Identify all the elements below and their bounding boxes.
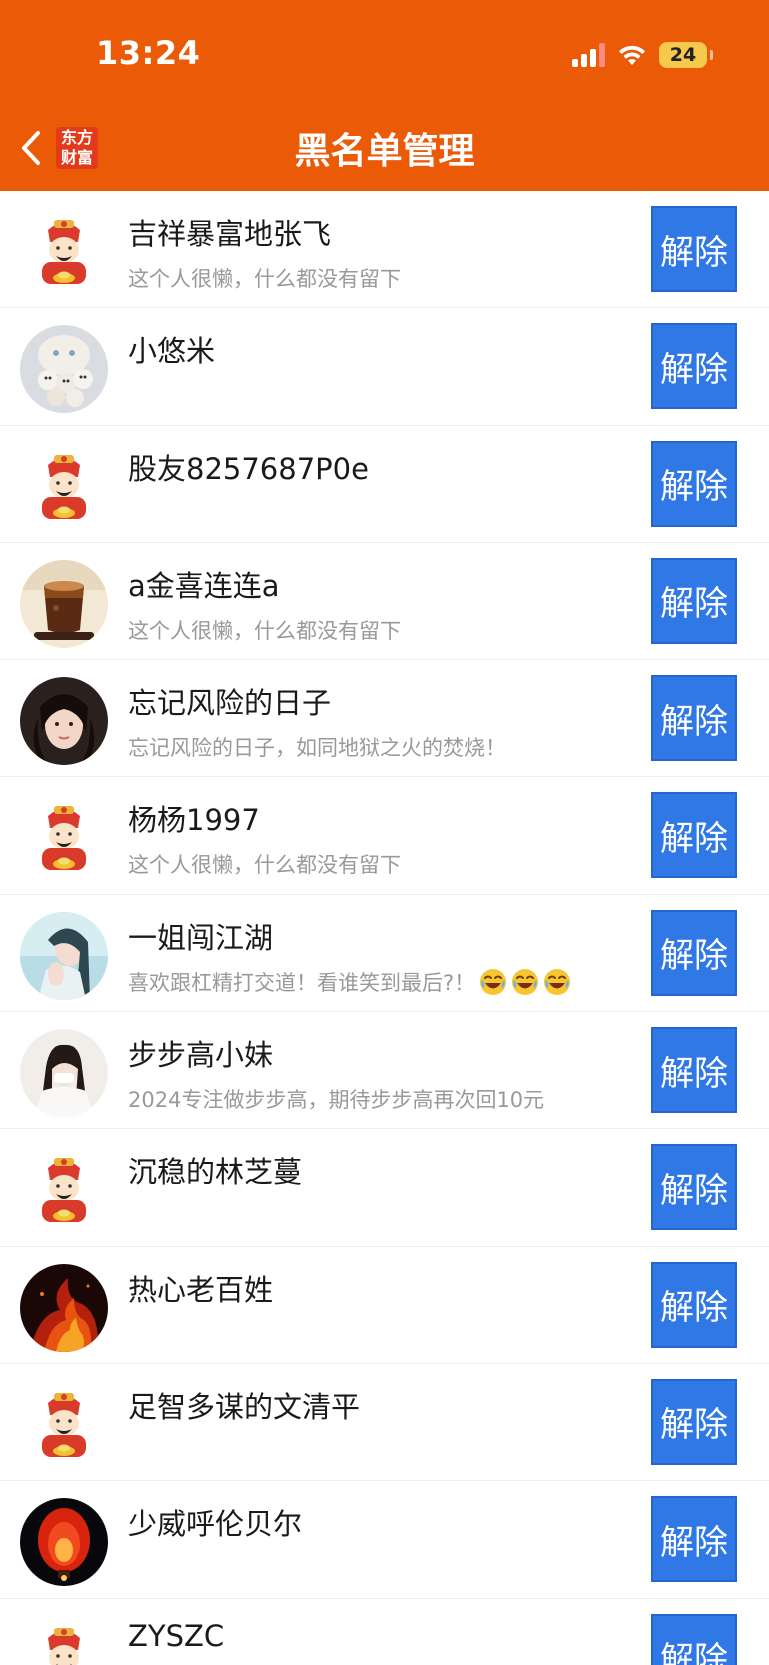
list-item[interactable]: a金喜连连a 这个人很懒，什么都没有留下 解除 (0, 542, 769, 661)
unblock-button[interactable]: 解除 (651, 1261, 737, 1348)
list-item[interactable]: ZYSZC 解除 (0, 1598, 769, 1665)
user-name: a金喜连连a (128, 568, 280, 603)
laughing-emoji-icon (512, 968, 539, 995)
avatar[interactable] (20, 1498, 108, 1587)
unblock-button[interactable]: 解除 (651, 1144, 737, 1231)
avatar-image (20, 1146, 108, 1235)
avatar-image (20, 325, 108, 414)
battery-level: 24 (669, 44, 697, 66)
user-signature: 忘记风险的日子，如同地狱之火的焚烧！ (128, 736, 506, 761)
unblock-button[interactable]: 解除 (651, 323, 737, 410)
avatar[interactable] (20, 1146, 108, 1235)
unblock-button[interactable]: 解除 (651, 1613, 737, 1665)
avatar[interactable] (20, 442, 108, 531)
avatar[interactable] (20, 1380, 108, 1469)
avatar[interactable] (20, 1615, 108, 1665)
avatar-image (20, 1029, 108, 1118)
avatar-image (20, 1380, 108, 1469)
list-item[interactable]: 股友8257687P0e 解除 (0, 425, 769, 543)
avatar[interactable] (20, 208, 108, 296)
user-name: 忘记风险的日子 (128, 686, 332, 721)
list-item[interactable]: 步步高小妹 2024专注做步步高，期待步步高再次回10元 解除 (0, 1012, 769, 1130)
list-item[interactable]: 吉祥暴富地张飞 这个人很懒，什么都没有留下 解除 (0, 191, 769, 309)
battery-icon: 24 (659, 42, 713, 68)
avatar[interactable] (20, 1029, 108, 1118)
avatar[interactable] (20, 677, 108, 766)
avatar-image (20, 1498, 108, 1587)
avatar-image (20, 559, 108, 648)
avatar-image (20, 1615, 108, 1665)
top-bar: 13:24 24 东方 财富 黑名单管理 (0, 0, 769, 191)
user-name: 股友8257687P0e (128, 451, 369, 486)
avatar[interactable] (20, 1263, 108, 1352)
cellular-signal-icon (572, 43, 605, 67)
avatar-image (20, 911, 108, 1000)
user-name: 小悠米 (128, 334, 216, 369)
unblock-button[interactable]: 解除 (651, 792, 737, 879)
avatar[interactable] (20, 325, 108, 414)
unblock-button[interactable]: 解除 (651, 1496, 737, 1583)
user-name: 吉祥暴富地张飞 (128, 217, 332, 251)
list-item[interactable]: 一姐闯江湖 喜欢跟杠精打交道！看谁笑到最后?！ 解除 (0, 894, 769, 1013)
user-signature: 这个人很懒，什么都没有留下 (128, 618, 401, 643)
list-item[interactable]: 足智多谋的文清平 解除 (0, 1363, 769, 1482)
unblock-button[interactable]: 解除 (651, 1378, 737, 1465)
user-name: 少威呼伦贝尔 (128, 1507, 303, 1542)
laughing-emoji-icon (480, 968, 507, 995)
avatar[interactable] (20, 559, 108, 648)
list-item[interactable]: 沉稳的林芝蔓 解除 (0, 1129, 769, 1247)
user-name: 热心老百姓 (128, 1272, 274, 1307)
user-name: 一姐闯江湖 (128, 920, 274, 955)
user-name: 沉稳的林芝蔓 (128, 1155, 303, 1190)
unblock-button[interactable]: 解除 (651, 440, 737, 527)
user-name: 杨杨1997 (128, 803, 260, 838)
wifi-icon (619, 45, 645, 65)
status-icons: 24 (572, 40, 713, 70)
unblock-button[interactable]: 解除 (651, 206, 737, 292)
user-signature: 喜欢跟杠精打交道！看谁笑到最后?！ (128, 967, 571, 997)
avatar-image (20, 794, 108, 883)
avatar-image (20, 677, 108, 766)
unblock-button[interactable]: 解除 (651, 675, 737, 762)
user-signature: 这个人很懒，什么都没有留下 (128, 267, 401, 291)
unblock-button[interactable]: 解除 (651, 1027, 737, 1114)
avatar-image (20, 1263, 108, 1352)
list-item[interactable]: 忘记风险的日子 忘记风险的日子，如同地狱之火的焚烧！ 解除 (0, 660, 769, 778)
user-name: 足智多谋的文清平 (128, 1389, 361, 1424)
user-signature: 2024专注做步步高，期待步步高再次回10元 (128, 1088, 545, 1113)
list-item[interactable]: 热心老百姓 解除 (0, 1246, 769, 1364)
avatar-image (20, 208, 108, 296)
status-time: 13:24 (96, 34, 201, 72)
list-item[interactable]: 杨杨1997 这个人很懒，什么都没有留下 解除 (0, 777, 769, 895)
user-name: ZYSZC (128, 1618, 225, 1653)
unblock-button[interactable]: 解除 (651, 557, 737, 644)
avatar[interactable] (20, 911, 108, 1000)
page-title: 黑名单管理 (294, 131, 475, 172)
laughing-emoji-icon (544, 968, 571, 995)
avatar[interactable] (20, 794, 108, 883)
avatar-image (20, 442, 108, 531)
list-item[interactable]: 小悠米 解除 (0, 308, 769, 426)
user-name: 步步高小妹 (128, 1038, 274, 1073)
unblock-button[interactable]: 解除 (651, 909, 737, 996)
list-item[interactable]: 少威呼伦贝尔 解除 (0, 1481, 769, 1599)
blacklist: 吉祥暴富地张飞 这个人很懒，什么都没有留下 解除 小悠米 解除 股友825768 (0, 191, 769, 1665)
user-signature: 这个人很懒，什么都没有留下 (128, 853, 401, 878)
